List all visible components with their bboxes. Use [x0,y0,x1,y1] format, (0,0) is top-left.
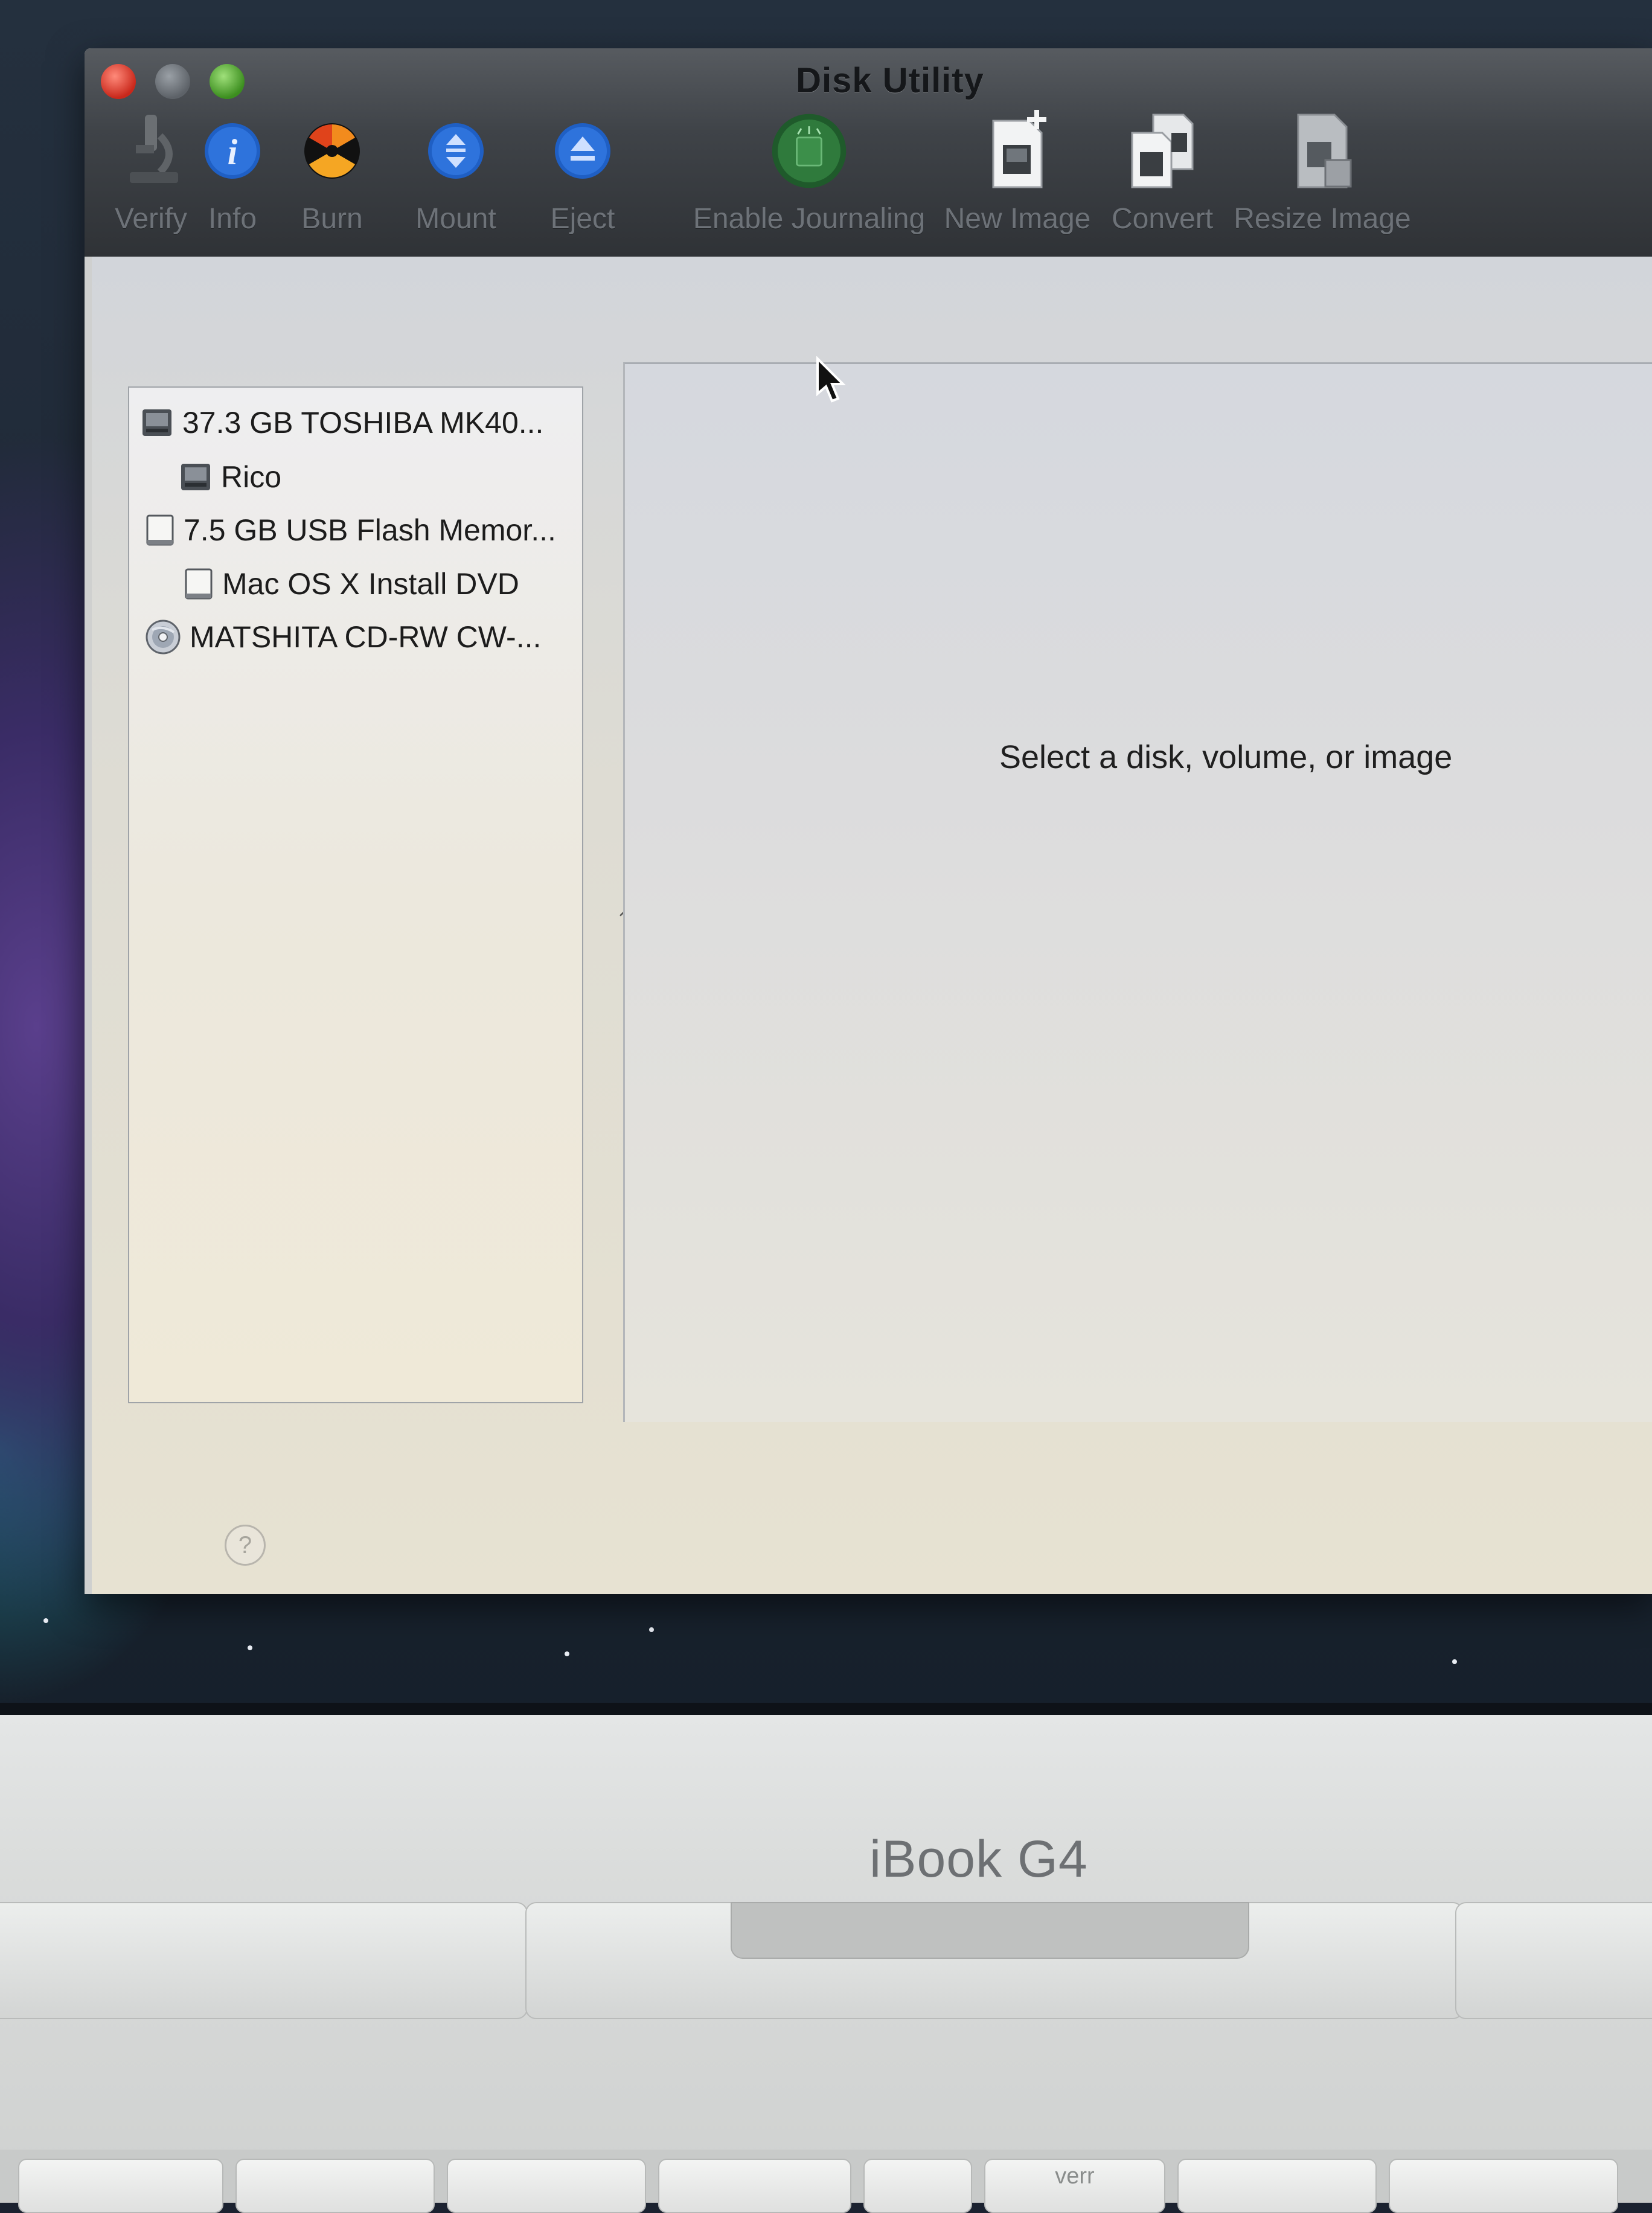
convert-button[interactable]: Convert [1096,112,1229,251]
disk-utility-window: Disk Utility Verify i Info Burn Mount Ej… [85,48,1652,1594]
star [565,1651,569,1656]
hinge-left [0,1902,528,2019]
resize-image-icon [1283,112,1362,190]
detail-pane: Select a disk, volume, or image [623,362,1652,1422]
hinge-slot [731,1902,1249,1959]
hinge-right [1455,1902,1652,2019]
function-key [863,2159,972,2213]
hard-disk-icon [140,406,174,440]
enable-journaling-button[interactable]: Enable Journaling [682,112,936,251]
svg-text:i: i [228,132,238,172]
optical-drive-icon [145,619,181,655]
star [1452,1659,1457,1664]
window-title: Disk Utility [796,61,984,100]
burn-radiation-icon [293,112,371,190]
volume-icon [179,460,213,494]
star [649,1627,654,1632]
new-image-button[interactable]: New Image [936,110,1099,251]
verr-key: verr [984,2159,1165,2213]
mouse-pointer-icon [815,356,851,408]
sidebar-item-rico-volume[interactable]: Rico [179,453,281,501]
sidebar-item-install-dvd-volume[interactable]: Mac OS X Install DVD [184,560,519,608]
mount-icon [417,112,495,190]
sidebar-item-toshiba-disk[interactable]: 37.3 GB TOSHIBA MK40... [140,399,543,447]
info-button[interactable]: i Info [187,112,278,251]
eject-icon [543,112,622,190]
usb-volume-icon [184,567,214,601]
mount-button[interactable]: Mount [395,112,516,251]
star [43,1618,48,1623]
new-image-icon [978,110,1057,190]
function-key [235,2159,435,2213]
disk-list-sidebar[interactable]: 37.3 GB TOSHIBA MK40... Rico 7.5 GB USB … [128,386,583,1403]
window-content: 37.3 GB TOSHIBA MK40... Rico 7.5 GB USB … [92,257,1652,1594]
burn-button[interactable]: Burn [284,112,380,251]
function-key [18,2159,223,2213]
eject-button[interactable]: Eject [525,112,640,251]
empty-selection-message: Select a disk, volume, or image [999,739,1453,775]
help-button[interactable]: ? [225,1525,266,1566]
titlebar[interactable]: Disk Utility Verify i Info Burn Mount Ej… [85,48,1652,257]
resize-image-button[interactable]: Resize Image [1232,112,1413,251]
function-key [447,2159,646,2213]
info-icon: i [193,112,272,190]
function-key [658,2159,851,2213]
laptop-brand-label: iBook G4 [869,1830,1088,1888]
usb-disk-icon [145,513,175,547]
function-key [1177,2159,1377,2213]
microscope-icon [112,112,190,190]
journaling-icon [770,112,848,190]
function-key [1389,2159,1618,2213]
star [248,1645,252,1650]
sidebar-item-optical-drive[interactable]: MATSHITA CD-RW CW-... [145,613,541,661]
convert-icon [1123,112,1202,190]
sidebar-item-usb-flash-disk[interactable]: 7.5 GB USB Flash Memor... [145,506,556,554]
